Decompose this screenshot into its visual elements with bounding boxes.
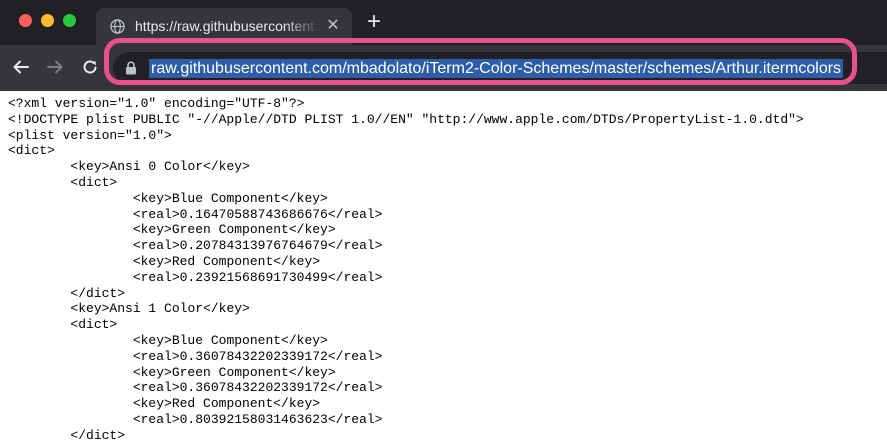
new-tab-button[interactable]: +	[363, 10, 385, 34]
source-line: <dict>	[70, 174, 118, 190]
source-line: <key>Red Component</key>	[132, 253, 321, 269]
source-line: <key>Blue Component</key>	[132, 332, 328, 348]
url-text[interactable]: raw.githubusercontent.com/mbadolato/iTer…	[149, 59, 844, 78]
page-content: <?xml version="1.0" encoding="UTF-8"?> <…	[0, 91, 887, 448]
globe-icon	[110, 19, 125, 34]
xml-source: <?xml version="1.0" encoding="UTF-8"?> <…	[8, 96, 804, 444]
tab-title: https://raw.githubusercontent.c	[135, 18, 320, 34]
source-line: <key>Blue Component</key>	[132, 190, 328, 206]
window-close-button[interactable]	[19, 14, 32, 27]
browser-chrome: https://raw.githubusercontent.c ✕ + raw.…	[0, 0, 887, 91]
tab-strip: https://raw.githubusercontent.c ✕ +	[0, 0, 887, 45]
active-tab[interactable]: https://raw.githubusercontent.c ✕	[96, 8, 352, 45]
address-bar[interactable]: raw.githubusercontent.com/mbadolato/iTer…	[113, 52, 887, 84]
arrow-left-icon	[13, 60, 29, 74]
source-line: <real>0.16470588743686676</real>	[132, 206, 383, 222]
arrow-right-icon	[47, 60, 63, 74]
source-line: <key>Green Component</key>	[132, 364, 336, 380]
source-line: <dict>	[70, 317, 118, 333]
tab-close-icon[interactable]: ✕	[324, 17, 342, 35]
source-line: </dict>	[70, 285, 126, 301]
source-line: <real>0.23921568691730499</real>	[132, 269, 383, 285]
source-line: <plist version="1.0">	[8, 127, 172, 143]
window-minimize-button[interactable]	[41, 14, 54, 27]
source-line: <!DOCTYPE plist PUBLIC "-//Apple//DTD PL…	[8, 111, 804, 127]
source-line: <key>Red Component</key>	[132, 396, 321, 412]
source-line: <?xml version="1.0" encoding="UTF-8"?>	[8, 96, 305, 111]
source-line: <key>Ansi 0 Color</key>	[70, 159, 250, 175]
reload-icon	[83, 60, 97, 74]
lock-icon	[125, 61, 137, 75]
source-line: <real>0.36078432202339172</real>	[132, 380, 383, 396]
forward-button[interactable]	[42, 54, 68, 80]
source-line: <real>0.36078432202339172</real>	[132, 348, 383, 364]
window-maximize-button[interactable]	[63, 14, 76, 27]
source-line: <real>0.80392158031463623</real>	[132, 411, 383, 427]
source-line: <key>Ansi 1 Color</key>	[70, 301, 250, 317]
back-button[interactable]	[8, 54, 34, 80]
reload-button[interactable]	[77, 54, 103, 80]
source-line: <dict>	[8, 143, 55, 159]
source-line: <real>0.20784313976764679</real>	[132, 238, 383, 254]
source-line: </dict>	[70, 427, 126, 443]
source-line: <key>Green Component</key>	[132, 222, 336, 238]
toolbar: raw.githubusercontent.com/mbadolato/iTer…	[0, 45, 887, 91]
